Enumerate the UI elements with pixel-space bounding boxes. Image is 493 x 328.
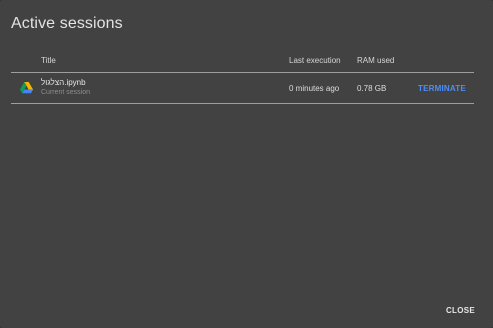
header-title: Title: [41, 56, 56, 65]
dialog-title: Active sessions: [11, 15, 123, 32]
google-drive-icon: [20, 82, 33, 94]
sessions-table: Title Last execution RAM used הצלגול.ipy…: [11, 48, 474, 104]
session-last-execution: 0 minutes ago: [289, 84, 340, 93]
terminate-button[interactable]: TERMINATE: [418, 84, 466, 93]
close-button[interactable]: CLOSE: [446, 306, 475, 315]
session-subtitle: Current session: [41, 89, 91, 96]
table-row: הצלגול.ipynb Current session 0 minutes a…: [11, 73, 474, 104]
session-file-name: הצלגול.ipynb: [41, 78, 86, 87]
active-sessions-dialog: Active sessions Title Last execution RAM…: [0, 0, 493, 328]
header-ram-used: RAM used: [357, 56, 395, 65]
table-header: Title Last execution RAM used: [11, 48, 474, 73]
session-ram-used: 0.78 GB: [357, 84, 387, 93]
header-last-execution: Last execution: [289, 56, 341, 65]
